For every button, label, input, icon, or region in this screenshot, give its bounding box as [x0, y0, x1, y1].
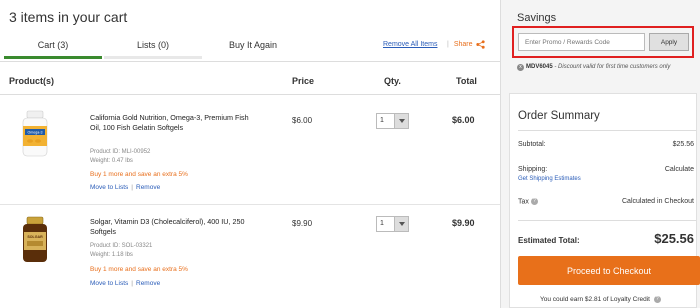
product-weight: Weight: 0.47 lbs — [90, 157, 133, 164]
product-id: Product ID: SOL-03321 — [90, 243, 153, 249]
promo-offer-link[interactable]: Buy 1 more and save an extra 5% — [90, 171, 188, 178]
svg-text:Omega-3: Omega-3 — [28, 131, 43, 135]
column-qty: Qty. — [384, 76, 401, 86]
product-name[interactable]: Solgar, Vitamin D3 (Cholecalciferol), 40… — [90, 217, 260, 237]
chevron-down-icon[interactable] — [394, 217, 408, 231]
item-price: $9.90 — [292, 219, 313, 228]
help-icon[interactable]: ? — [530, 198, 538, 205]
subtotal-label: Subtotal: — [518, 141, 546, 148]
cart-area: 3 items in your cart Cart (3) Lists (0) … — [0, 0, 500, 308]
loyalty-text: You could earn $2.81 of Loyalty Credit — [540, 296, 650, 304]
quantity-value: 1 — [380, 117, 384, 124]
chevron-down-icon[interactable] — [394, 114, 408, 128]
tax-label: Tax — [518, 198, 529, 206]
apply-button[interactable]: Apply — [649, 33, 689, 51]
order-sidebar: Savings Apply xMDV6045 - Discount valid … — [500, 0, 700, 308]
link-separator: | — [131, 280, 133, 287]
applied-code: x MDV6045 - Discount valid for first time… — [517, 63, 692, 71]
quantity-select[interactable]: 1 — [376, 113, 409, 129]
shipping-value: Calculate — [664, 166, 694, 173]
subtotal-value: $25.56 — [672, 141, 694, 148]
product-name[interactable]: California Gold Nutrition, Omega-3, Prem… — [90, 113, 260, 133]
applied-code-description: - Discount valid for first time customer… — [554, 64, 671, 70]
promo-offer-link[interactable]: Buy 1 more and save an extra 5% — [90, 266, 188, 273]
remove-all-items-link[interactable]: Remove All Items — [383, 41, 437, 48]
quantity-value: 1 — [380, 220, 384, 227]
move-to-lists-link[interactable]: Move to Lists — [90, 184, 128, 191]
help-icon[interactable]: ? — [653, 296, 661, 303]
estimated-total-value: $25.56 — [654, 231, 694, 246]
cart-title: 3 items in your cart — [9, 9, 128, 25]
item-total: $9.90 — [452, 218, 475, 228]
tab-lists[interactable]: Lists (0) — [104, 36, 202, 59]
cart-item-row: Omega-3 California Gold Nutrition, Omega… — [0, 96, 500, 205]
remove-code-icon[interactable]: x — [517, 64, 524, 71]
share-group: | Share — [447, 40, 485, 49]
estimated-total-label: Estimated Total: — [518, 236, 580, 245]
product-id: Product ID: MLI-00952 — [90, 149, 151, 155]
svg-text:SOLGAR: SOLGAR — [27, 235, 43, 239]
product-weight: Weight: 1.18 lbs — [90, 251, 133, 258]
cart-table-header: Product(s) Price Qty. Total — [0, 61, 500, 95]
link-separator: | — [131, 184, 133, 191]
proceed-to-checkout-button[interactable]: Proceed to Checkout — [518, 256, 700, 285]
tab-buy-it-again[interactable]: Buy It Again — [204, 36, 302, 59]
applied-code-name: MDV6045 — [526, 64, 553, 70]
divider — [518, 220, 696, 221]
quantity-select[interactable]: 1 — [376, 216, 409, 232]
shipping-estimates-link[interactable]: Get Shipping Estimates — [518, 176, 581, 182]
share-separator: | — [447, 41, 449, 48]
item-actions: Move to Lists | Remove — [90, 280, 160, 287]
product-meta: Product ID: MLI-00952 Weight: 0.47 lbs — [90, 148, 150, 165]
order-summary: Order Summary Subtotal: $25.56 Shipping:… — [509, 93, 700, 308]
savings-title: Savings — [517, 12, 557, 24]
divider — [518, 130, 696, 131]
item-total: $6.00 — [452, 115, 475, 125]
remove-item-link[interactable]: Remove — [136, 280, 160, 287]
tax-label-group: Tax? — [518, 198, 538, 205]
tax-value: Calculated in Checkout — [622, 198, 694, 205]
column-product: Product(s) — [9, 76, 54, 86]
product-image-omega3[interactable]: Omega-3 — [18, 110, 52, 158]
remove-item-link[interactable]: Remove — [136, 184, 160, 191]
item-price: $6.00 — [292, 116, 313, 125]
column-total: Total — [456, 76, 477, 86]
shipping-label: Shipping: — [518, 166, 548, 173]
move-to-lists-link[interactable]: Move to Lists — [90, 280, 128, 287]
loyalty-credit-note: You could earn $2.81 of Loyalty Credit ? — [540, 296, 661, 303]
cart-tabs: Cart (3) Lists (0) Buy It Again — [4, 36, 306, 59]
order-summary-title: Order Summary — [518, 110, 600, 122]
column-price: Price — [292, 76, 315, 86]
promo-code-input[interactable] — [518, 33, 645, 51]
promo-code-highlight: Apply — [512, 26, 694, 58]
product-image-vitamin-d3[interactable]: SOLGAR — [18, 216, 52, 264]
cart-item-row: SOLGAR Solgar, Vitamin D3 (Cholecalcifer… — [0, 206, 500, 308]
share-link[interactable]: Share — [454, 41, 473, 48]
product-meta: Product ID: SOL-03321 Weight: 1.18 lbs — [90, 242, 152, 259]
tab-cart[interactable]: Cart (3) — [4, 36, 102, 59]
share-icon[interactable] — [475, 40, 485, 49]
item-actions: Move to Lists | Remove — [90, 184, 160, 191]
